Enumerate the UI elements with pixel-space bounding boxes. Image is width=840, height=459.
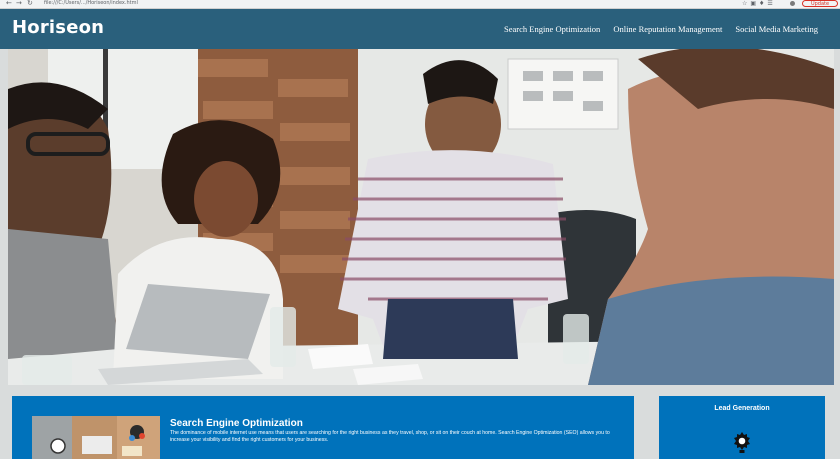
back-icon[interactable]: ← <box>6 0 12 7</box>
gear-lightbulb-icon <box>734 432 750 453</box>
update-button[interactable]: Update <box>802 0 838 7</box>
seo-title: Search Engine Optimization <box>170 418 303 429</box>
site-logo[interactable]: Horiseon <box>12 17 104 38</box>
lead-generation-title: Lead Generation <box>714 405 770 412</box>
address-bar[interactable]: file:///C:/Users/.../Horiseon/index.html <box>44 0 138 6</box>
main-nav: Search Engine Optimization Online Reputa… <box>504 24 818 34</box>
nav-link-seo[interactable]: Search Engine Optimization <box>504 24 600 34</box>
seo-description: The dominance of mobile internet use mea… <box>170 430 610 443</box>
reload-icon[interactable]: ↻ <box>27 0 33 7</box>
forward-icon[interactable]: → <box>16 0 22 7</box>
nav-link-social[interactable]: Social Media Marketing <box>735 24 818 34</box>
profile-avatar[interactable] <box>790 1 795 6</box>
browser-toolbar: ← → ↻ file:///C:/Users/.../Horiseon/inde… <box>0 0 840 9</box>
lead-generation-card: Lead Generation <box>659 396 825 459</box>
extension-icons[interactable]: ☆▣♦☰ <box>742 0 776 7</box>
seo-thumbnail-image <box>32 416 160 459</box>
nav-link-reputation[interactable]: Online Reputation Management <box>613 24 722 34</box>
seo-card: Search Engine Optimization The dominance… <box>12 396 634 459</box>
site-header: Horiseon Search Engine Optimization Onli… <box>0 9 840 49</box>
hero-image <box>8 49 834 385</box>
